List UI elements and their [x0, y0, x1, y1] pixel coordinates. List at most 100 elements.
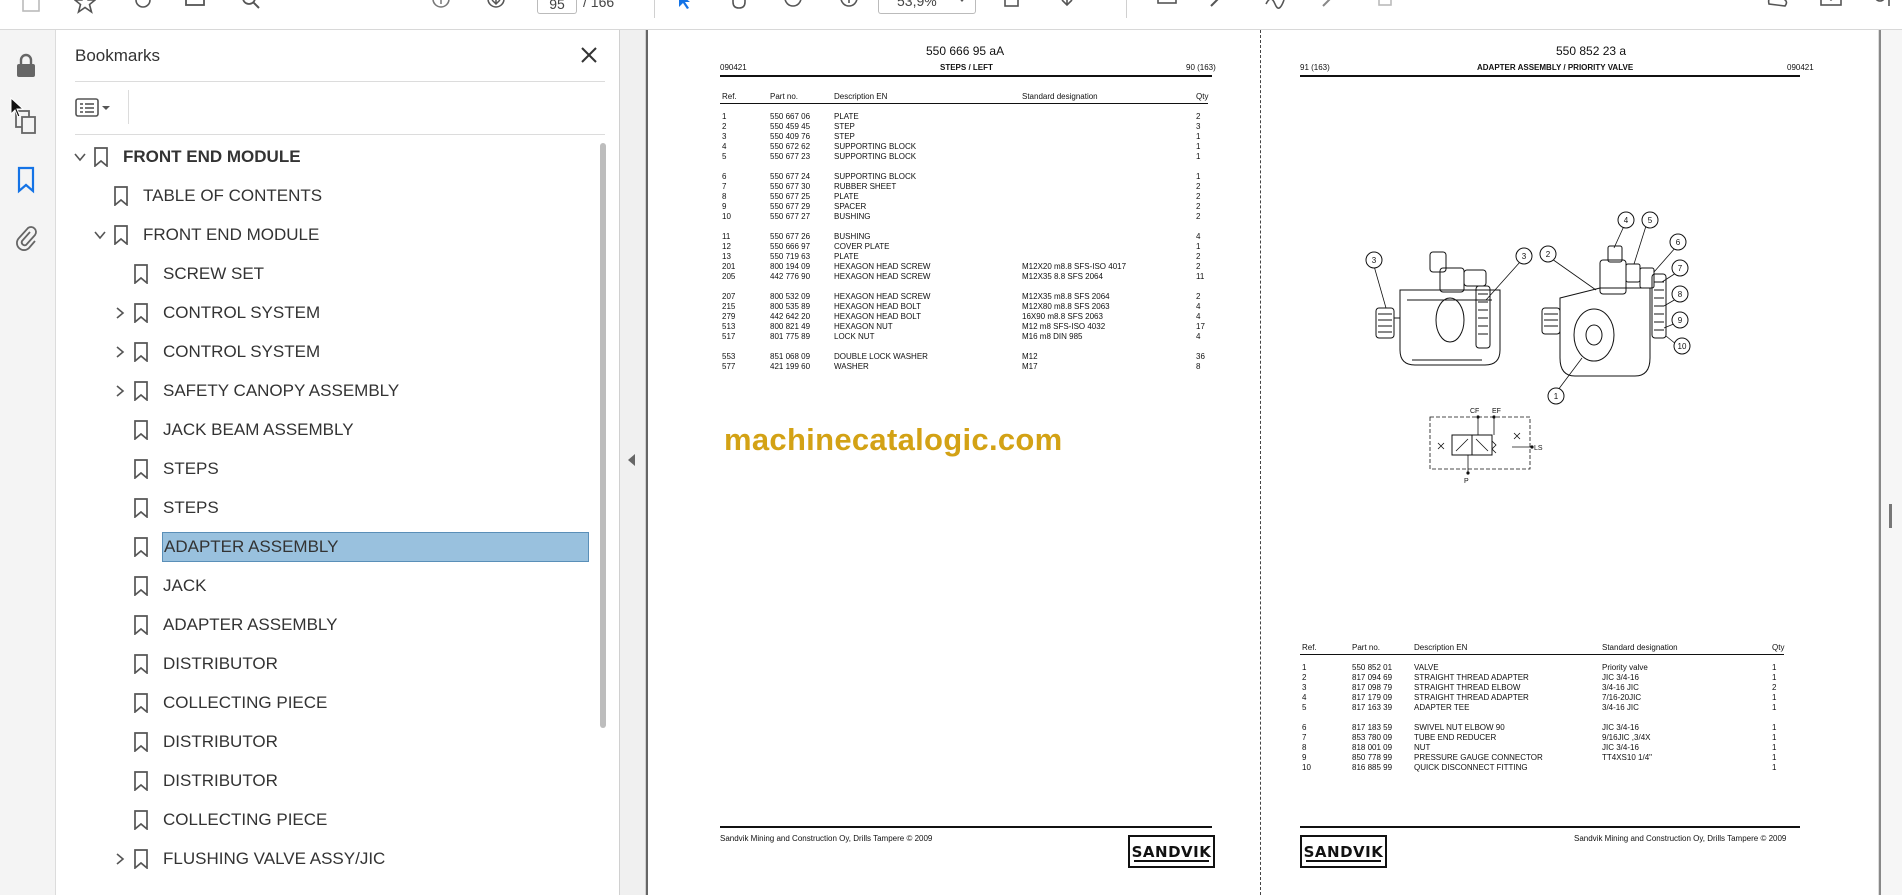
chevron-right-icon[interactable] [110, 342, 130, 362]
table-cell: 4 [1196, 332, 1201, 341]
zoom-level-select[interactable]: 53,9% [878, 0, 976, 14]
main-toolbar: / 166 53,9% [0, 0, 1902, 30]
bookmark-item[interactable]: JACK BEAM ASSEMBLY [110, 413, 355, 447]
scroll-mode-icon[interactable] [1054, 0, 1080, 16]
table-cell: 1 [1196, 132, 1201, 141]
delete-icon[interactable] [1372, 0, 1398, 16]
bookmark-label: STEPS [163, 459, 219, 478]
bookmarks-icon[interactable] [12, 166, 40, 194]
bookmark-item[interactable]: FLUSHING VALVE ASSY/JIC [110, 842, 386, 876]
table-cell: LOCK NUT [834, 332, 875, 341]
table-cell: PLATE [834, 192, 859, 201]
attachments-icon[interactable] [12, 224, 40, 252]
collapse-panel-handle[interactable] [619, 30, 646, 895]
bookmark-icon [130, 419, 152, 441]
save-icon[interactable] [18, 0, 44, 16]
bookmark-item[interactable]: ADAPTER ASSEMBLY [110, 608, 338, 642]
zoom-in-icon[interactable] [836, 0, 862, 16]
lock-icon[interactable] [12, 52, 40, 80]
document-viewer[interactable]: 550 666 95 aA 090421 STEPS / LEFT 90 (16… [646, 30, 1878, 895]
select-cursor-icon[interactable] [672, 0, 698, 16]
bookmark-item[interactable]: COLLECTING PIECE [110, 803, 328, 837]
mail-icon[interactable] [1818, 0, 1844, 16]
comment-icon[interactable] [1154, 0, 1180, 16]
bookmark-item[interactable]: ADAPTER ASSEMBLY [110, 530, 589, 564]
table-cell: SPACER [834, 202, 867, 211]
bookmark-item[interactable]: CONTROL SYSTEM [110, 335, 321, 369]
bookmark-item[interactable]: STEPS [110, 452, 220, 486]
table-cell: 1 [1196, 152, 1201, 161]
table-cell: 5 [1302, 703, 1307, 712]
scrollbar-track [1879, 30, 1881, 895]
scrollbar-thumb[interactable] [1889, 504, 1892, 528]
zoom-out-icon[interactable] [780, 0, 806, 16]
rotate-icon[interactable] [1428, 0, 1454, 16]
table-cell: 800 535 89 [770, 302, 811, 311]
star-icon[interactable] [72, 0, 98, 16]
table-cell: 442 776 90 [770, 272, 811, 281]
draw-icon[interactable] [1262, 0, 1288, 16]
table-cell: PRESSURE GAUGE CONNECTOR [1414, 753, 1543, 762]
table-cell: 1 [1772, 703, 1777, 712]
page-fit-icon[interactable] [1000, 0, 1026, 16]
upload-icon[interactable] [130, 0, 156, 16]
bookmark-item[interactable]: JACK [110, 569, 207, 603]
table-cell: 817 098 79 [1352, 683, 1393, 692]
table-cell: 550 852 01 [1352, 663, 1393, 672]
bookmark-item[interactable]: DISTRIBUTOR [110, 764, 279, 798]
bookmark-item[interactable]: FRONT END MODULE [70, 140, 302, 174]
pdf-page-right: 550 852 23 a 91 (163) ADAPTER ASSEMBLY /… [1262, 30, 1878, 895]
pencil-icon[interactable] [1318, 0, 1344, 16]
chevron-right-icon[interactable] [110, 849, 130, 869]
part-code-heading: 550 852 23 a [1556, 44, 1627, 58]
table-cell: 2 [1302, 673, 1307, 682]
bookmark-icon [130, 731, 152, 753]
previous-page-icon[interactable] [428, 0, 454, 16]
table-cell: 207 [722, 292, 736, 301]
add-user-icon[interactable] [1870, 0, 1896, 16]
pdf-page-left: 550 666 95 aA 090421 STEPS / LEFT 90 (16… [646, 30, 1260, 895]
callout-label: 10 [1678, 342, 1687, 351]
column-header: Qty [1196, 92, 1209, 101]
print-icon[interactable] [182, 0, 208, 16]
chevron-right-icon[interactable] [110, 303, 130, 323]
bookmark-item[interactable]: DISTRIBUTOR [110, 647, 279, 681]
table-cell: HEXAGON HEAD SCREW [834, 292, 931, 301]
table-cell: 3/4-16 JIC [1602, 703, 1639, 712]
next-page-icon[interactable] [483, 0, 509, 16]
column-header: Description EN [1414, 643, 1468, 652]
search-icon[interactable] [238, 0, 264, 16]
bookmark-item[interactable]: SCREW SET [110, 257, 265, 291]
cloud-sign-icon[interactable] [1764, 0, 1790, 16]
bookmark-item[interactable]: SAFETY CANOPY ASSEMBLY [110, 374, 400, 408]
bookmark-options-button[interactable] [75, 93, 119, 123]
bookmark-icon [130, 497, 152, 519]
highlight-icon[interactable] [1206, 0, 1232, 16]
bookmark-item[interactable]: COLLECTING PIECE [110, 686, 328, 720]
bookmark-item[interactable]: CONTROL SYSTEM [110, 296, 321, 330]
column-header: Ref. [722, 92, 737, 101]
bookmark-item[interactable]: STEPS [110, 491, 220, 525]
chevron-right-icon[interactable] [110, 381, 130, 401]
bookmark-item[interactable]: FRONT END MODULE [90, 218, 320, 252]
bookmark-icon [130, 302, 152, 324]
table-cell: 9 [1302, 753, 1307, 762]
table-cell: 6 [722, 172, 727, 181]
table-cell: 517 [722, 332, 736, 341]
table-cell: 818 001 09 [1352, 743, 1393, 752]
bookmark-icon [130, 380, 152, 402]
table-cell: BUSHING [834, 232, 871, 241]
bookmark-scrollbar[interactable] [600, 143, 606, 728]
column-header: Qty [1772, 643, 1785, 652]
close-icon[interactable] [576, 42, 602, 68]
bookmark-item[interactable]: DISTRIBUTOR [110, 725, 279, 759]
bookmark-item[interactable]: TABLE OF CONTENTS [90, 179, 323, 213]
hand-tool-icon[interactable] [726, 0, 752, 16]
vertical-scrollbar[interactable] [1878, 30, 1902, 895]
chevron-down-icon[interactable] [90, 225, 110, 245]
chevron-down-icon[interactable] [70, 147, 90, 167]
page-number-input[interactable] [537, 0, 577, 14]
port-label: EF [1492, 408, 1501, 415]
